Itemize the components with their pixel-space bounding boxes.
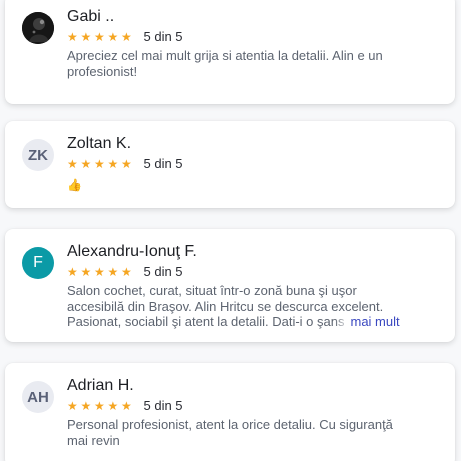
star-icon: ★ xyxy=(121,399,132,413)
star-icon: ★ xyxy=(107,399,119,413)
rating: ★ ★ ★ ★ ★ 5 din 5 xyxy=(67,398,445,414)
rating-score: 5 din 5 xyxy=(143,29,183,44)
review-text-line: mai revin xyxy=(67,432,120,448)
review-text-line: Salon cochet, curat, situat într-o zonă … xyxy=(67,283,357,298)
star-icon: ★ xyxy=(94,399,105,413)
star-icon: ★ xyxy=(121,265,132,279)
review-text: Apreciez cel mai mult grija si atentia l… xyxy=(67,48,445,79)
review-text-line: profesionist! xyxy=(67,63,138,79)
star-icon: ★ xyxy=(80,30,92,44)
review-card: Gabi .. ★ ★ ★ ★ ★ 5 din 5 Apreciez cel mai m… xyxy=(5,0,455,104)
rating: ★ ★ ★ ★ ★ 5 din 5 xyxy=(67,29,445,45)
text-fade xyxy=(334,314,351,328)
review-text: Salon cochet, curat, situat într-o zonă … xyxy=(67,283,445,330)
star-icon: ★ xyxy=(107,157,119,171)
star-icon: ★ xyxy=(121,157,132,171)
star-icon: ★ xyxy=(94,265,105,279)
star-icon: ★ xyxy=(80,399,92,413)
star-icon: ★ xyxy=(67,399,78,413)
star-rating: ★ ★ ★ ★ ★ xyxy=(67,157,135,171)
reviewer-name: Adrian H. xyxy=(67,377,134,394)
avatar: AH xyxy=(22,381,54,413)
reviewer-name: Alexandru-Ionuţ F. xyxy=(67,243,197,260)
review-text-truncated: Pasionat, sociabil şi atent la detalii. … xyxy=(67,314,345,329)
thumbs-up-icon: 👍 xyxy=(67,178,82,192)
star-icon: ★ xyxy=(67,265,78,279)
star-icon: ★ xyxy=(94,157,105,171)
rating-score: 5 din 5 xyxy=(143,398,183,413)
review-text-line: accesibilă din Braşov. Alin Hritcu se de… xyxy=(67,298,384,314)
star-rating: ★ ★ ★ ★ ★ xyxy=(67,265,135,279)
star-icon: ★ xyxy=(67,30,78,44)
review-card: AH Adrian H. ★ ★ ★ ★ ★ 5 din 5 Personal prof… xyxy=(5,363,455,461)
star-icon: ★ xyxy=(107,265,119,279)
avatar xyxy=(22,12,54,44)
avatar: F xyxy=(22,247,54,279)
review-text-line: Pasionat, sociabil şi atent la detalii. … xyxy=(67,314,445,330)
review-text: 👍 xyxy=(67,175,445,193)
reviewer-name: Zoltan K. xyxy=(67,135,132,152)
review-text-line: Personal profesionist, atent la orice de… xyxy=(67,417,393,432)
star-rating: ★ ★ ★ ★ ★ xyxy=(67,30,135,44)
review-text: Personal profesionist, atent la orice de… xyxy=(67,417,445,448)
review-text-line: Apreciez cel mai mult grija si atentia l… xyxy=(67,48,383,63)
star-icon: ★ xyxy=(121,30,132,44)
review-card: ZK Zoltan K. ★ ★ ★ ★ ★ 5 din 5 👍 xyxy=(5,121,455,208)
star-icon: ★ xyxy=(94,30,105,44)
reviewer-name: Gabi .. xyxy=(67,8,115,25)
star-icon: ★ xyxy=(67,157,78,171)
star-icon: ★ xyxy=(107,30,119,44)
reviews-list: Gabi .. ★ ★ ★ ★ ★ 5 din 5 Apreciez cel mai m… xyxy=(0,0,461,461)
review-card: F Alexandru-Ionuţ F. ★ ★ ★ ★ ★ 5 din 5 Salon… xyxy=(5,229,455,342)
star-icon: ★ xyxy=(80,265,92,279)
user-photo-icon xyxy=(22,12,54,44)
read-more-link[interactable]: mai mult xyxy=(350,314,399,329)
rating: ★ ★ ★ ★ ★ 5 din 5 xyxy=(67,156,445,172)
avatar: ZK xyxy=(22,139,54,171)
rating-score: 5 din 5 xyxy=(143,156,183,171)
star-icon: ★ xyxy=(80,157,92,171)
rating: ★ ★ ★ ★ ★ 5 din 5 xyxy=(67,264,445,280)
rating-score: 5 din 5 xyxy=(143,264,183,279)
star-rating: ★ ★ ★ ★ ★ xyxy=(67,399,135,413)
